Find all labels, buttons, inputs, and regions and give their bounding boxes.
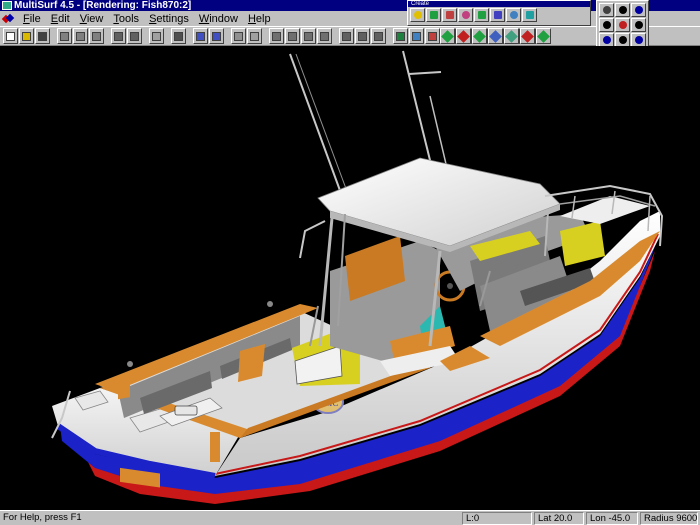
- arrow-up-icon[interactable]: [615, 3, 630, 17]
- grid-icon[interactable]: [339, 28, 354, 44]
- menu-tools[interactable]: Tools: [108, 12, 144, 26]
- boat-rendering: CMC: [51, 50, 664, 504]
- cut-icon[interactable]: [171, 28, 186, 44]
- line-create-icon[interactable]: [490, 8, 505, 22]
- diamond-create-icon-row2[interactable]: [520, 28, 535, 44]
- arrow-left-icon[interactable]: [599, 18, 614, 32]
- window-columns-icon[interactable]: [89, 28, 104, 44]
- open-folder-icon[interactable]: [19, 28, 34, 44]
- patch-create-icon[interactable]: [506, 8, 521, 22]
- status-lon: Lon -45.0: [586, 511, 638, 525]
- grid-points-icon[interactable]: [355, 28, 370, 44]
- menu-settings[interactable]: Settings: [144, 12, 194, 26]
- menu-file[interactable]: File: [18, 12, 46, 26]
- polyline-icon[interactable]: [409, 28, 424, 44]
- title-bar: MultiSurf 4.5 - [Rendering: Fish870:2]: [0, 0, 700, 11]
- save-disk-icon[interactable]: [35, 28, 50, 44]
- mesh-icon[interactable]: [269, 28, 284, 44]
- new-file-icon[interactable]: [3, 28, 18, 44]
- contour-create-icon-row2[interactable]: [536, 28, 551, 44]
- curve-icon[interactable]: [285, 28, 300, 44]
- surface-icon[interactable]: [301, 28, 316, 44]
- window-title: MultiSurf 4.5 - [Rendering: Fish870:2]: [14, 0, 192, 11]
- outrigger-left: [289, 53, 343, 197]
- point-create-icon[interactable]: [410, 8, 425, 22]
- redo-icon[interactable]: [209, 28, 224, 44]
- view-palette: [596, 0, 649, 48]
- menu-view[interactable]: View: [75, 12, 109, 26]
- grid-dense-icon[interactable]: [371, 28, 386, 44]
- point-icon[interactable]: [231, 28, 246, 44]
- window-split-icon[interactable]: [73, 28, 88, 44]
- solid-create-icon-row2[interactable]: [456, 28, 471, 44]
- sink: [174, 405, 198, 416]
- status-help: For Help, press F1: [3, 511, 82, 523]
- polyline-create-icon[interactable]: [474, 8, 489, 22]
- surface-create-icon-row2[interactable]: [488, 28, 503, 44]
- status-radius: Radius 9600: [640, 511, 698, 525]
- undo-icon[interactable]: [193, 28, 208, 44]
- blend-create-icon-row2[interactable]: [440, 28, 455, 44]
- app-icon: [2, 1, 12, 10]
- menu-help[interactable]: Help: [243, 12, 276, 26]
- menu-window[interactable]: Window: [194, 12, 243, 26]
- arrow-down-icon[interactable]: [615, 33, 630, 47]
- status-lat: Lat 20.0: [534, 511, 584, 525]
- menu-bar: File Edit View Tools Settings Window Hel…: [0, 11, 405, 26]
- snake-create-icon[interactable]: [442, 8, 457, 22]
- disabled-icon[interactable]: [149, 28, 164, 44]
- layers-icon[interactable]: [393, 28, 408, 44]
- line-icon[interactable]: [425, 28, 440, 44]
- status-layer: L:0: [462, 511, 532, 525]
- frame-box-icon[interactable]: [127, 28, 142, 44]
- window-layout-icon[interactable]: [57, 28, 72, 44]
- status-bar: For Help, press F1 L:0 Lat 20.0 Lon -45.…: [0, 510, 700, 525]
- frame-icon[interactable]: [111, 28, 126, 44]
- curve-create-icon[interactable]: [426, 8, 441, 22]
- zoom-fit-icon[interactable]: [631, 33, 646, 47]
- rendering-viewport[interactable]: CMC: [0, 46, 700, 510]
- zoom-out-icon[interactable]: [599, 33, 614, 47]
- create-palette-title[interactable]: Create: [408, 1, 590, 7]
- shape-create-icon-row2[interactable]: [472, 28, 487, 44]
- ring-create-icon[interactable]: [458, 8, 473, 22]
- loft-create-icon[interactable]: [522, 8, 537, 22]
- menu-edit[interactable]: Edit: [46, 12, 75, 26]
- solid-icon[interactable]: [317, 28, 332, 44]
- point-dim-icon[interactable]: [247, 28, 262, 44]
- create-palette: Create: [407, 0, 591, 26]
- zoom-window-icon[interactable]: [599, 3, 614, 17]
- arrow-right-icon[interactable]: [631, 18, 646, 32]
- document-icon[interactable]: [2, 13, 14, 24]
- rotate-center-icon[interactable]: [615, 18, 630, 32]
- main-toolbar: [0, 26, 700, 46]
- group-create-icon-row2[interactable]: [504, 28, 519, 44]
- zoom-in-icon[interactable]: [631, 3, 646, 17]
